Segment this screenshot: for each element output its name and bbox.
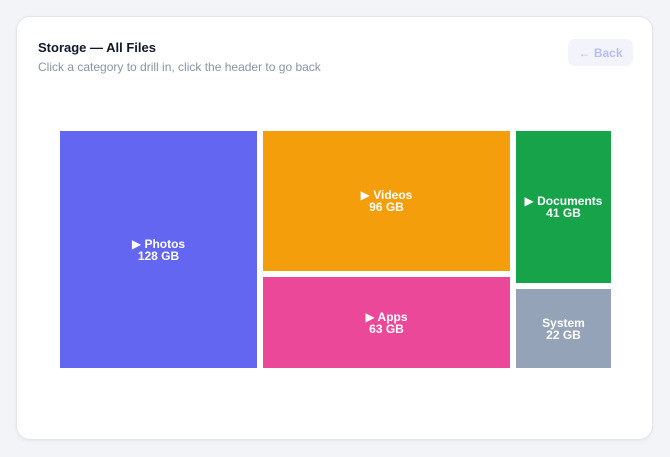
back-button[interactable]: ← Back [568, 39, 633, 66]
treemap-tile-apps[interactable]: ▶ Apps 63 GB [263, 277, 510, 368]
treemap-tile-videos[interactable]: ▶ Videos 96 GB [263, 131, 510, 271]
treemap-tile-photos[interactable]: ▶ Photos 128 GB [60, 131, 257, 368]
tile-size: 128 GB [137, 248, 180, 263]
storage-treemap: ▶ Photos 128 GB ▶ Videos 96 GB ▶ Apps 63… [60, 131, 611, 368]
storage-card: Storage — All Files Click a category to … [16, 16, 653, 440]
tile-size: 96 GB [369, 200, 404, 214]
tile-size: 63 GB [369, 321, 404, 336]
tile-name: ▶ Apps [365, 309, 408, 324]
page-title[interactable]: Storage — All Files [38, 40, 156, 55]
tile-name: System [542, 315, 585, 330]
page-subtitle: Click a category to drill in, click the … [38, 60, 321, 74]
treemap-tile-documents[interactable]: ▶ Documents 41 GB [516, 131, 611, 283]
tile-name: ▶ Photos [131, 236, 186, 251]
tile-size: 41 GB [546, 206, 581, 220]
tile-size: 22 GB [546, 327, 581, 342]
treemap-tile-system[interactable]: System 22 GB [516, 289, 611, 368]
